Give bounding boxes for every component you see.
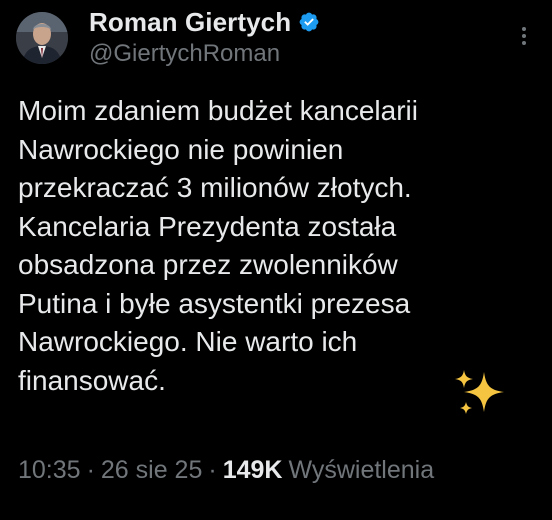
author-handle[interactable]: @GiertychRoman <box>89 40 280 68</box>
avatar-image <box>16 12 68 64</box>
avatar[interactable] <box>16 12 68 64</box>
tweet-line: obsadzona przez zwolenników <box>18 249 398 280</box>
verified-badge-icon[interactable] <box>298 11 320 33</box>
views-count[interactable]: 149K <box>223 456 283 484</box>
tweet-line: przekraczać 3 milionów złotych. <box>18 172 412 203</box>
display-name[interactable]: Roman Giertych <box>89 7 291 38</box>
tweet-line: Moim zdaniem budżet kancelarii <box>18 95 418 126</box>
tweet-line: Kancelaria Prezydenta została <box>18 210 397 242</box>
meta-separator: · <box>208 456 217 484</box>
meta-separator: · <box>86 456 95 484</box>
more-options-button[interactable] <box>516 22 532 50</box>
tweet-time[interactable]: 10:35 <box>18 456 81 484</box>
tweet-line: Nawrockiego nie powinien <box>18 133 344 165</box>
tweet-meta: 10:35 · 26 sie 25 · 149K Wyświetlenia <box>18 451 434 489</box>
views-label[interactable]: Wyświetlenia <box>288 456 434 484</box>
sparkles-icon <box>452 366 510 420</box>
tweet-date[interactable]: 26 sie 25 <box>101 456 202 484</box>
author-name-row: Roman Giertych <box>89 5 320 39</box>
tweet-line: Putina i byłe asystentki prezesa <box>18 287 411 319</box>
tweet-line: Nawrockiego. Nie warto ich <box>18 326 358 357</box>
tweet-text: Moim zdaniem budżet kancelarii Nawrockie… <box>18 92 538 400</box>
more-vertical-icon <box>522 27 526 45</box>
